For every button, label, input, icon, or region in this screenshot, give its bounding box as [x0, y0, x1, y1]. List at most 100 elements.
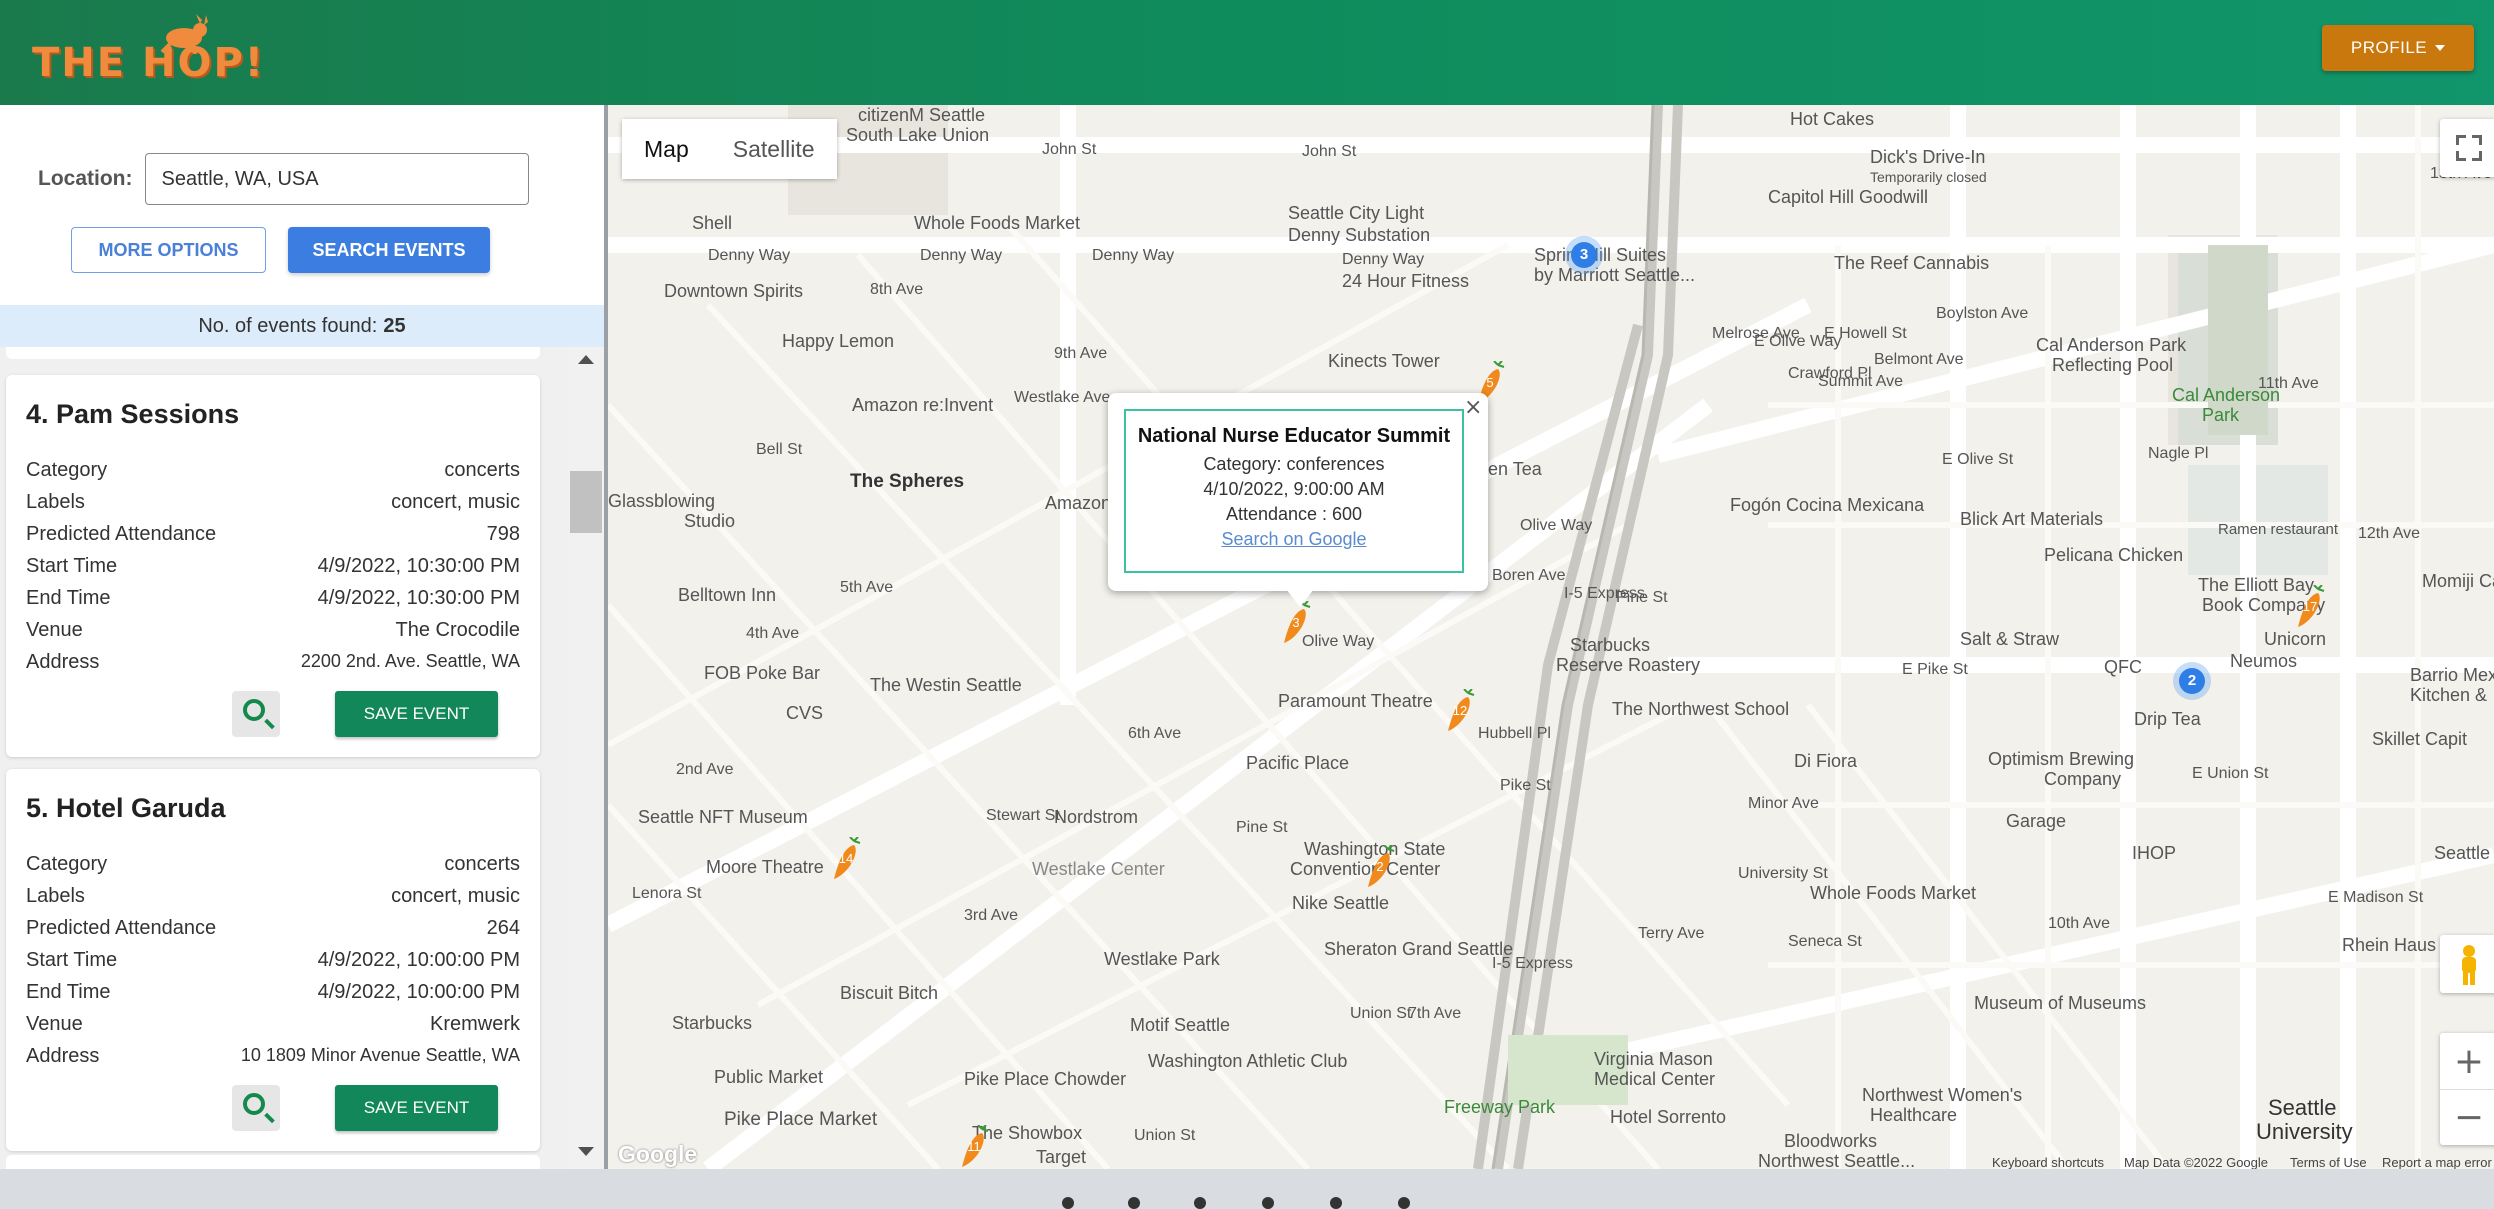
map-type-map-button[interactable]: Map [622, 119, 711, 179]
map-label[interactable]: Northwest Seattle... [1758, 1151, 1915, 1169]
map-label[interactable]: Blick Art Materials [1960, 509, 2103, 530]
map-label[interactable]: Healthcare [1870, 1105, 1957, 1126]
map-label[interactable]: Capitol Hill Goodwill [1768, 187, 1928, 208]
search-google-link[interactable]: Search on Google [1126, 529, 1462, 550]
map-label[interactable]: The Westin Seattle [870, 675, 1022, 696]
keyboard-shortcuts-link[interactable]: Keyboard shortcuts [1992, 1155, 2104, 1169]
street-view-button[interactable] [2440, 935, 2494, 993]
map-label[interactable]: Glassblowing [608, 491, 715, 512]
save-event-button[interactable]: SAVE EVENT [335, 1085, 498, 1131]
snapchat-icon[interactable] [1194, 1197, 1206, 1209]
map-label[interactable]: Salt & Straw [1960, 629, 2059, 650]
zoom-in-button[interactable]: + [2440, 1033, 2494, 1089]
facebook-icon[interactable] [1062, 1197, 1074, 1209]
search-event-button[interactable] [232, 1085, 280, 1131]
search-event-button[interactable] [232, 691, 280, 737]
map-label[interactable]: Cal Anderson Park [2036, 335, 2186, 356]
map-label[interactable]: Denny Substation [1288, 225, 1430, 246]
map-label[interactable]: Target [1036, 1147, 1086, 1168]
zoom-out-button[interactable]: − [2440, 1089, 2494, 1145]
cluster-marker[interactable]: 2 [2172, 661, 2212, 701]
map-view[interactable]: citizenM Seattle South Lake Union Shell … [608, 105, 2494, 1169]
map-label[interactable]: Kitchen & [2410, 685, 2487, 706]
map-label[interactable]: Motif Seattle [1130, 1015, 1230, 1036]
close-icon[interactable]: × [1464, 395, 1482, 420]
location-input[interactable] [144, 153, 529, 205]
linkedin-icon[interactable] [1330, 1197, 1342, 1209]
map-label[interactable]: Bloodworks [1784, 1131, 1877, 1152]
map-label[interactable]: Starbucks [1570, 635, 1650, 656]
map-type-satellite-button[interactable]: Satellite [710, 119, 837, 179]
map-label[interactable]: Pacific Place [1246, 753, 1349, 774]
map-label[interactable]: Ramen restaurant [2218, 521, 2338, 538]
carrot-marker[interactable]: 2 [1364, 844, 1396, 889]
map-label[interactable]: Starbucks [672, 1013, 752, 1034]
map-label[interactable]: The Reef Cannabis [1834, 253, 1989, 274]
carrot-marker[interactable]: 12 [1444, 688, 1476, 733]
list-scrollbar[interactable] [568, 347, 604, 1169]
map-label[interactable]: South Lake Union [846, 125, 989, 146]
map-label[interactable]: Drip Tea [2134, 709, 2201, 730]
map-label[interactable]: Belltown Inn [678, 585, 776, 606]
map-label[interactable]: Park [2202, 405, 2239, 426]
map-label[interactable]: Happy Lemon [782, 331, 894, 352]
map-label[interactable]: Whole Foods Market [1810, 883, 1976, 904]
map-label[interactable]: Garage [2006, 811, 2066, 832]
map-label[interactable]: Neumos [2230, 651, 2297, 672]
map-label[interactable]: Moore Theatre [706, 857, 824, 878]
map-label[interactable]: citizenM Seattle [858, 105, 985, 126]
map-label[interactable]: Whole Foods Market [914, 213, 1080, 234]
map-label[interactable]: Northwest Women's [1862, 1085, 2022, 1106]
map-label[interactable]: Pike Place Market [724, 1109, 877, 1131]
map-label[interactable]: Washington Athletic Club [1148, 1051, 1347, 1072]
map-label[interactable]: Amazon re:Invent [852, 395, 993, 416]
map-label[interactable]: Paramount Theatre [1278, 691, 1433, 712]
map-label[interactable]: Museum of Museums [1974, 993, 2146, 1014]
map-label[interactable]: Unicorn [2264, 629, 2326, 650]
profile-button[interactable]: PROFILE [2322, 25, 2474, 71]
map-label[interactable]: Sheraton Grand Seattle [1324, 939, 1513, 960]
map-label[interactable]: Company [2044, 769, 2121, 790]
map-label[interactable]: Fogón Cocina Mexicana [1730, 495, 1924, 516]
carrot-marker[interactable]: 17 [2294, 584, 2326, 629]
map-label[interactable]: 24 Hour Fitness [1342, 271, 1469, 292]
map-label[interactable]: Seattle NFT Museum [638, 807, 808, 828]
map-label[interactable]: IHOP [2132, 843, 2176, 864]
carrot-marker[interactable]: 14 [830, 836, 862, 881]
carrot-marker[interactable]: 11 [958, 1124, 990, 1169]
fullscreen-button[interactable] [2440, 119, 2494, 177]
scroll-thumb[interactable] [570, 471, 602, 533]
event-list[interactable]: 4. Pam Sessions Category concerts Labels c… [0, 347, 604, 1169]
google-logo[interactable]: Google [618, 1141, 697, 1168]
map-label[interactable]: by Marriott Seattle... [1534, 265, 1695, 286]
map-label[interactable]: Studio [684, 511, 735, 532]
map-label[interactable]: Virginia Mason [1594, 1049, 1713, 1070]
map-label[interactable]: Seattle City Light [1288, 203, 1424, 224]
map-label[interactable]: Seattle Ac [2434, 843, 2494, 864]
map-label[interactable]: The Spheres [850, 471, 964, 493]
map-label[interactable]: QFC [2104, 657, 2142, 678]
map-label[interactable]: FOB Poke Bar [704, 663, 820, 684]
map-label[interactable]: Nike Seattle [1292, 893, 1389, 914]
map-label[interactable]: Reflecting Pool [2052, 355, 2173, 376]
cluster-marker[interactable]: 3 [1564, 235, 1604, 275]
map-label[interactable]: Pelicana Chicken [2044, 545, 2183, 566]
map-label[interactable]: University [2256, 1119, 2353, 1145]
map-label[interactable]: Pike Place Chowder [964, 1069, 1126, 1090]
map-label[interactable]: Hot Cakes [1790, 109, 1874, 130]
map-label[interactable]: Reserve Roastery [1556, 655, 1700, 676]
map-label[interactable]: The Northwest School [1612, 699, 1789, 720]
report-error-link[interactable]: Report a map error [2382, 1155, 2492, 1169]
map-label[interactable]: Hotel Sorrento [1610, 1107, 1726, 1128]
carrot-marker[interactable]: 3 [1280, 600, 1312, 645]
map-label[interactable]: Seattle [2268, 1095, 2337, 1121]
scroll-up-arrow-icon[interactable] [578, 355, 594, 364]
map-label[interactable]: Downtown Spirits [664, 281, 803, 302]
scroll-down-arrow-icon[interactable] [578, 1147, 594, 1156]
map-label[interactable]: Momiji Ca [2422, 571, 2494, 592]
instagram-icon[interactable] [1262, 1197, 1274, 1209]
map-label[interactable]: Di Fiora [1794, 751, 1857, 772]
map-label[interactable]: Medical Center [1594, 1069, 1715, 1090]
map-label[interactable]: Dick's Drive-In [1870, 147, 1985, 168]
map-label[interactable]: Rhein Haus [2342, 935, 2436, 956]
